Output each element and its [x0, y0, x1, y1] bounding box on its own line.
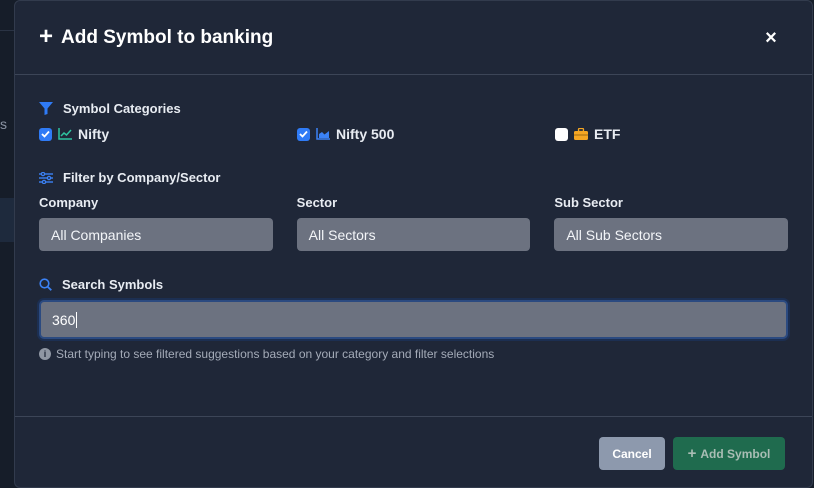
backdrop-text: s: [0, 116, 7, 132]
category-nifty[interactable]: Nifty: [39, 126, 297, 142]
sub-sector-select[interactable]: All Sub Sectors: [554, 218, 789, 251]
company-filter: Company All Companies: [39, 195, 273, 251]
briefcase-icon: [574, 128, 588, 140]
search-hint-text: Start typing to see filtered suggestions…: [56, 347, 495, 361]
filter-section-label: Filter by Company/Sector: [39, 170, 788, 185]
category-nifty-500[interactable]: Nifty 500: [297, 126, 555, 142]
sliders-icon: [39, 171, 53, 184]
add-symbol-label: Add Symbol: [700, 446, 771, 461]
modal-title: + Add Symbol to banking: [39, 22, 274, 50]
company-label: Company: [39, 195, 99, 210]
sub-sector-label: Sub Sector: [554, 195, 623, 210]
nifty-500-label: Nifty 500: [336, 126, 395, 142]
search-icon: [39, 278, 52, 291]
category-etf[interactable]: ETF: [555, 126, 620, 142]
sector-label: Sector: [296, 195, 338, 210]
add-symbol-button[interactable]: + Add Symbol: [673, 437, 785, 470]
search-section-label: Search Symbols: [39, 277, 788, 292]
plus-icon: +: [39, 22, 54, 50]
close-button[interactable]: ×: [760, 27, 782, 49]
filter-selects: Company All Companies Sector All Sectors…: [39, 195, 789, 251]
sector-filter: Sector All Sectors: [296, 195, 531, 251]
company-select[interactable]: All Companies: [39, 218, 273, 251]
sector-select[interactable]: All Sectors: [296, 218, 531, 251]
search-hint: i Start typing to see filtered suggestio…: [39, 347, 788, 361]
etf-checkbox[interactable]: [555, 127, 568, 141]
cancel-button[interactable]: Cancel: [599, 437, 665, 470]
filter-icon: [39, 102, 53, 115]
modal-footer: Cancel + Add Symbol: [15, 416, 812, 487]
backdrop-divider: [0, 30, 14, 31]
line-chart-icon: [58, 128, 72, 140]
modal-body: Symbol Categories Nifty Nifty 500 ETF Fi…: [15, 101, 812, 361]
category-options: Nifty Nifty 500 ETF: [39, 126, 788, 142]
modal-title-text: Add Symbol to banking: [61, 26, 274, 48]
backdrop-active-item: [0, 198, 14, 242]
nifty-checkbox[interactable]: [39, 127, 52, 141]
nifty-500-checkbox[interactable]: [297, 127, 310, 141]
sub-sector-filter: Sub Sector All Sub Sectors: [554, 195, 789, 251]
symbol-categories-label: Symbol Categories: [39, 101, 788, 116]
plus-icon: +: [687, 445, 697, 462]
etf-label: ETF: [594, 126, 621, 142]
search-input-value: 360: [52, 311, 76, 328]
search-input[interactable]: 360: [39, 300, 788, 339]
info-icon: i: [39, 348, 51, 360]
text-caret: [76, 311, 78, 328]
modal-header: + Add Symbol to banking ×: [15, 1, 812, 75]
add-symbol-modal: + Add Symbol to banking × Symbol Categor…: [14, 0, 813, 488]
nifty-label: Nifty: [78, 126, 110, 142]
area-chart-icon: [316, 128, 330, 140]
